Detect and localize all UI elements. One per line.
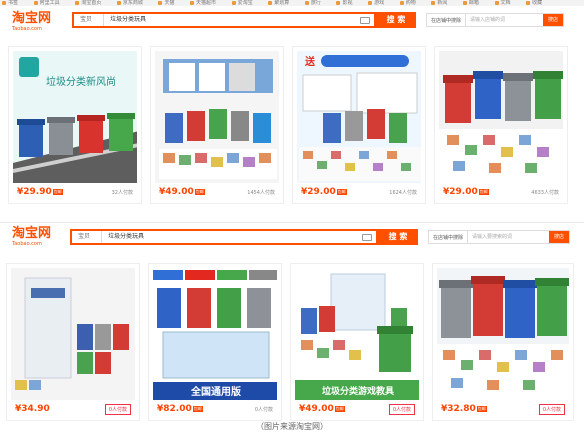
taobao-logo[interactable]: 淘宝网 Taobao.com [12, 11, 52, 33]
logo-text: 淘宝网 [12, 11, 52, 26]
product-image[interactable] [439, 51, 563, 183]
search-box[interactable]: 宝贝 垃圾分类玩具 [70, 229, 378, 245]
search-results-screen-2: 淘宝网 Taobao.com 宝贝 垃圾分类玩具 搜 索 在店铺中搜除 请输入要… [0, 222, 584, 422]
product-card[interactable]: ¥34.90 0人付款 [6, 263, 140, 421]
shop-search-button[interactable]: 搜店 [548, 231, 569, 243]
search-input[interactable]: 垃圾分类玩具 [102, 231, 362, 243]
search-button[interactable]: 搜 索 [378, 229, 418, 245]
image-caption: （图片来源淘宝网） [256, 422, 328, 431]
free-shipping-badge: 包邮 [194, 188, 205, 195]
shop-search-button[interactable]: 搜店 [542, 14, 563, 26]
product-image[interactable]: 垃圾分类新风尚 [13, 51, 137, 183]
shop-search: 在店铺中搜除 请输入店铺的词 搜店 [426, 13, 564, 27]
product-card[interactable]: ¥29.00 包邮 4633人付款 [434, 46, 568, 204]
product-image[interactable]: 垃圾分类游戏教具 [295, 268, 419, 400]
paid-count: 0人付款 [254, 407, 273, 413]
paid-count: 1454人付款 [247, 190, 275, 196]
camera-icon[interactable] [362, 233, 372, 241]
shop-search-label: 在店铺中搜除 [433, 234, 464, 241]
free-shipping-badge: 包邮 [336, 188, 347, 195]
search-scope-select[interactable]: 宝贝 [72, 231, 102, 243]
shop-search-input[interactable]: 请输入店铺的词 [465, 14, 543, 26]
product-price: ¥29.00 包邮 [301, 187, 347, 197]
product-card[interactable]: 垃圾分类游戏教具 ¥49.00 包邮 0人付款 [290, 263, 424, 421]
product-card[interactable]: 垃圾分类新风尚 ¥29.90 包邮 32人付款 [8, 46, 142, 204]
product-card[interactable]: ¥32.80 包邮 0人付款 [432, 263, 574, 421]
search-box[interactable]: 宝贝 垃圾分类玩具 [72, 12, 376, 28]
image-overlay-text: 送 [304, 55, 316, 68]
shop-search: 在店铺中搜除 请输入要搜索的词 搜店 [428, 230, 570, 244]
paid-count: 4633人付款 [531, 190, 559, 196]
logo-subtext: Taobao.com [12, 26, 42, 32]
product-price: ¥49.00 包邮 [159, 187, 205, 197]
product-image[interactable] [437, 268, 569, 400]
product-price: ¥34.90 [15, 404, 50, 414]
logo-text: 淘宝网 [12, 226, 52, 241]
search-scope-select[interactable]: 宝贝 [74, 14, 104, 26]
product-image[interactable] [11, 268, 135, 400]
product-card[interactable]: ¥49.00 包邮 1454人付款 [150, 46, 284, 204]
free-shipping-badge: 包邮 [476, 405, 487, 412]
search-input[interactable]: 垃圾分类玩具 [104, 14, 360, 26]
product-price: ¥32.80 包邮 [441, 404, 487, 414]
image-overlay-text: 垃圾分类新风尚 [46, 75, 116, 88]
image-overlay-text: 全国通用版 [190, 385, 241, 398]
paid-count: 0人付款 [538, 404, 565, 415]
product-price: ¥29.00 包邮 [443, 187, 489, 197]
taobao-logo[interactable]: 淘宝网 Taobao.com [12, 226, 52, 248]
paid-count: 32人付款 [111, 190, 133, 196]
free-shipping-badge: 包邮 [52, 188, 63, 195]
paid-count: 1624人付款 [389, 190, 417, 196]
product-card[interactable]: 送 ¥29.00 包邮 1624人付款 [292, 46, 426, 204]
product-image[interactable] [155, 51, 279, 183]
free-shipping-badge: 包邮 [478, 188, 489, 195]
shop-search-input[interactable]: 请输入要搜索的词 [467, 231, 549, 243]
paid-count: 0人付款 [388, 404, 415, 415]
search-button[interactable]: 搜 索 [376, 12, 416, 28]
camera-icon[interactable] [360, 16, 370, 24]
free-shipping-badge: 包邮 [192, 405, 203, 412]
product-price: ¥49.00 包邮 [299, 404, 345, 414]
product-card[interactable]: 全国通用版 ¥82.00 包邮 0人付款 [148, 263, 282, 421]
product-price: ¥82.00 包邮 [157, 404, 203, 414]
logo-subtext: Taobao.com [12, 241, 42, 247]
product-image[interactable]: 送 [297, 51, 421, 183]
product-price: ¥29.90 包邮 [17, 187, 63, 197]
search-results-screen-1: 淘宝网 Taobao.com 宝贝 垃圾分类玩具 搜 索 在店铺中搜除 请输入店… [0, 6, 584, 206]
product-image[interactable]: 全国通用版 [153, 268, 277, 400]
shop-search-label: 在店铺中搜除 [431, 17, 462, 24]
paid-count: 0人付款 [104, 404, 131, 415]
image-overlay-text: 垃圾分类游戏教具 [322, 385, 394, 397]
free-shipping-badge: 包邮 [334, 405, 345, 412]
